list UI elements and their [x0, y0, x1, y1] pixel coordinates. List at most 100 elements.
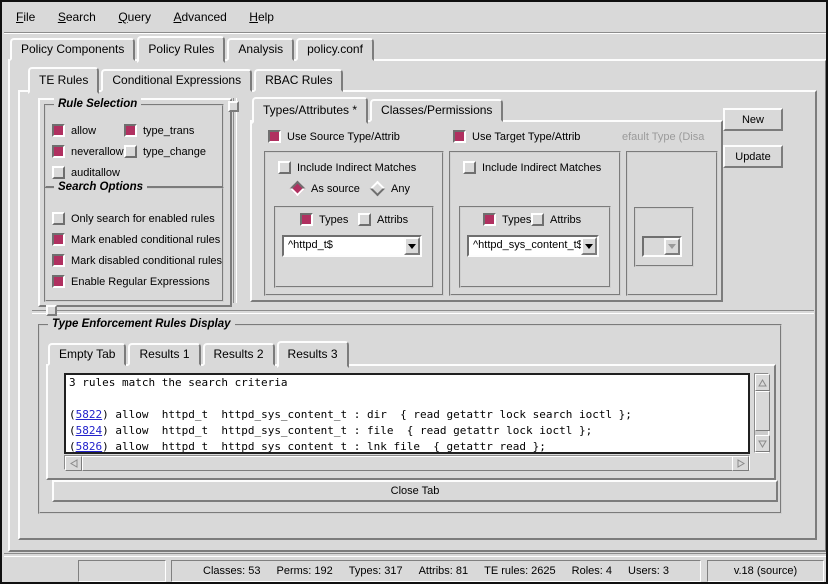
- checkbox-source-include-indirect[interactable]: Include Indirect Matches: [278, 161, 416, 174]
- default-type-label: efault Type (Disa: [622, 131, 718, 143]
- checkbox-allow[interactable]: allow: [52, 124, 96, 137]
- paren: (: [69, 440, 76, 453]
- tab-conditional-expressions[interactable]: Conditional Expressions: [101, 69, 252, 92]
- checkbox-enable-regex[interactable]: Enable Regular Expressions: [52, 275, 210, 288]
- checkbox-target-include-indirect[interactable]: Include Indirect Matches: [463, 161, 601, 174]
- menu-search[interactable]: Search: [49, 4, 105, 24]
- stat-attribs: Attribs: 81: [419, 565, 469, 577]
- tab-results-1[interactable]: Results 1: [128, 343, 200, 366]
- checkbox-indicator: [52, 254, 65, 267]
- rule-link-5824[interactable]: 5824: [76, 424, 103, 437]
- checkbox-indicator: [453, 130, 466, 143]
- tab-rbac-rules[interactable]: RBAC Rules: [254, 69, 343, 92]
- tab-policy-conf[interactable]: policy.conf: [296, 38, 374, 61]
- scroll-right-button[interactable]: [732, 456, 749, 471]
- horizontal-scroll-thumb[interactable]: [82, 456, 734, 471]
- checkbox-source-types[interactable]: Types: [300, 213, 348, 226]
- paren: ): [102, 424, 109, 437]
- checkbox-indicator: [358, 213, 371, 226]
- type-attr-tab-bar: Types/Attributes * Classes/Permissions: [252, 100, 505, 122]
- rules-tab-bar: TE Rules Conditional Expressions RBAC Ru…: [28, 70, 345, 92]
- checkbox-indicator: [52, 275, 65, 288]
- tab-label: Results 3: [288, 347, 338, 361]
- apol-window: File Search Query Advanced Help Policy C…: [0, 0, 828, 584]
- checkbox-label: Mark disabled conditional rules: [71, 255, 222, 267]
- stat-roles: Roles: 4: [572, 565, 612, 577]
- vertical-sash-handle[interactable]: [228, 101, 239, 112]
- checkbox-indicator: [531, 213, 544, 226]
- paren: (: [69, 408, 76, 421]
- combo-dropdown-button[interactable]: [581, 237, 597, 255]
- checkbox-label: Include Indirect Matches: [297, 162, 416, 174]
- checkbox-use-source-type[interactable]: Use Source Type/Attrib: [268, 130, 400, 143]
- checkbox-auditallow[interactable]: auditallow: [52, 166, 120, 179]
- menu-advanced[interactable]: Advanced: [164, 4, 235, 24]
- paren: ): [102, 408, 109, 421]
- results-text-area[interactable]: 3 rules match the search criteria (5822)…: [64, 373, 750, 454]
- horizontal-sash-handle[interactable]: [46, 305, 57, 316]
- radio-any[interactable]: Any: [370, 182, 410, 195]
- tab-classes-permissions[interactable]: Classes/Permissions: [370, 99, 503, 122]
- checkbox-indicator: [483, 213, 496, 226]
- menu-file-rest: ile: [23, 10, 35, 24]
- stat-users: Users: 3: [628, 565, 669, 577]
- checkbox-only-enabled-rules[interactable]: Only search for enabled rules: [52, 212, 215, 225]
- results-tab-bar: Empty Tab Results 1 Results 2 Results 3: [48, 344, 351, 366]
- tab-te-rules[interactable]: TE Rules: [28, 67, 99, 94]
- checkbox-label: Attribs: [550, 214, 581, 226]
- update-button-label: Update: [735, 151, 770, 163]
- tab-policy-rules[interactable]: Policy Rules: [137, 36, 225, 63]
- scroll-left-button[interactable]: [65, 456, 82, 471]
- horizontal-scrollbar[interactable]: [64, 455, 750, 470]
- checkbox-mark-enabled-conditional[interactable]: Mark enabled conditional rules: [52, 233, 220, 246]
- checkbox-label: Attribs: [377, 214, 408, 226]
- checkbox-label: Enable Regular Expressions: [71, 276, 210, 288]
- menu-help-mnemonic: H: [249, 10, 258, 24]
- checkbox-indicator: [52, 233, 65, 246]
- stat-perms: Perms: 192: [277, 565, 333, 577]
- tab-empty-tab[interactable]: Empty Tab: [48, 343, 126, 366]
- tab-types-attributes[interactable]: Types/Attributes *: [252, 97, 368, 124]
- menu-help[interactable]: Help: [240, 4, 283, 24]
- update-button[interactable]: Update: [723, 145, 783, 168]
- results-summary: 3 rules match the search criteria: [66, 375, 748, 391]
- checkbox-target-attribs[interactable]: Attribs: [531, 213, 581, 226]
- checkbox-target-types[interactable]: Types: [483, 213, 531, 226]
- horizontal-sash[interactable]: [32, 310, 814, 314]
- tab-label: Analysis: [238, 42, 283, 56]
- checkbox-use-target-type[interactable]: Use Target Type/Attrib: [453, 130, 580, 143]
- statusbar-separator: [4, 553, 826, 557]
- checkbox-indicator: [268, 130, 281, 143]
- checkbox-type-change[interactable]: type_change: [124, 145, 206, 158]
- new-button[interactable]: New: [723, 108, 783, 131]
- radio-as-source[interactable]: As source: [290, 182, 360, 195]
- checkbox-source-attribs[interactable]: Attribs: [358, 213, 408, 226]
- tab-results-2[interactable]: Results 2: [203, 343, 275, 366]
- checkbox-indicator: [124, 124, 137, 137]
- vertical-scrollbar[interactable]: [754, 373, 769, 453]
- checkbox-mark-disabled-conditional[interactable]: Mark disabled conditional rules: [52, 254, 222, 267]
- rule-link-5826[interactable]: 5826: [76, 440, 103, 453]
- menu-file[interactable]: File: [7, 4, 44, 24]
- tab-results-3[interactable]: Results 3: [277, 341, 349, 368]
- vertical-sash[interactable]: [233, 98, 237, 303]
- close-tab-button[interactable]: Close Tab: [52, 480, 778, 502]
- main-tab-bar: Policy Components Policy Rules Analysis …: [10, 38, 376, 61]
- scroll-down-button[interactable]: [755, 435, 770, 452]
- menu-search-mnemonic: S: [58, 10, 66, 24]
- source-type-combobox[interactable]: ^httpd_t$: [282, 235, 422, 257]
- tab-analysis[interactable]: Analysis: [227, 38, 294, 61]
- checkbox-label: auditallow: [71, 167, 120, 179]
- rule-link-5822[interactable]: 5822: [76, 408, 103, 421]
- combo-dropdown-button[interactable]: [404, 237, 420, 255]
- checkbox-type-trans[interactable]: type_trans: [124, 124, 194, 137]
- target-type-combobox[interactable]: ^httpd_sys_content_t$: [467, 235, 599, 257]
- scroll-up-button[interactable]: [755, 374, 770, 391]
- tab-label: policy.conf: [307, 42, 363, 56]
- checkbox-indicator: [52, 145, 65, 158]
- checkbox-neverallow[interactable]: neverallow: [52, 145, 124, 158]
- paren: ): [102, 440, 109, 453]
- tab-policy-components[interactable]: Policy Components: [10, 38, 135, 61]
- menu-query[interactable]: Query: [109, 4, 160, 24]
- vertical-scroll-thumb[interactable]: [755, 391, 770, 431]
